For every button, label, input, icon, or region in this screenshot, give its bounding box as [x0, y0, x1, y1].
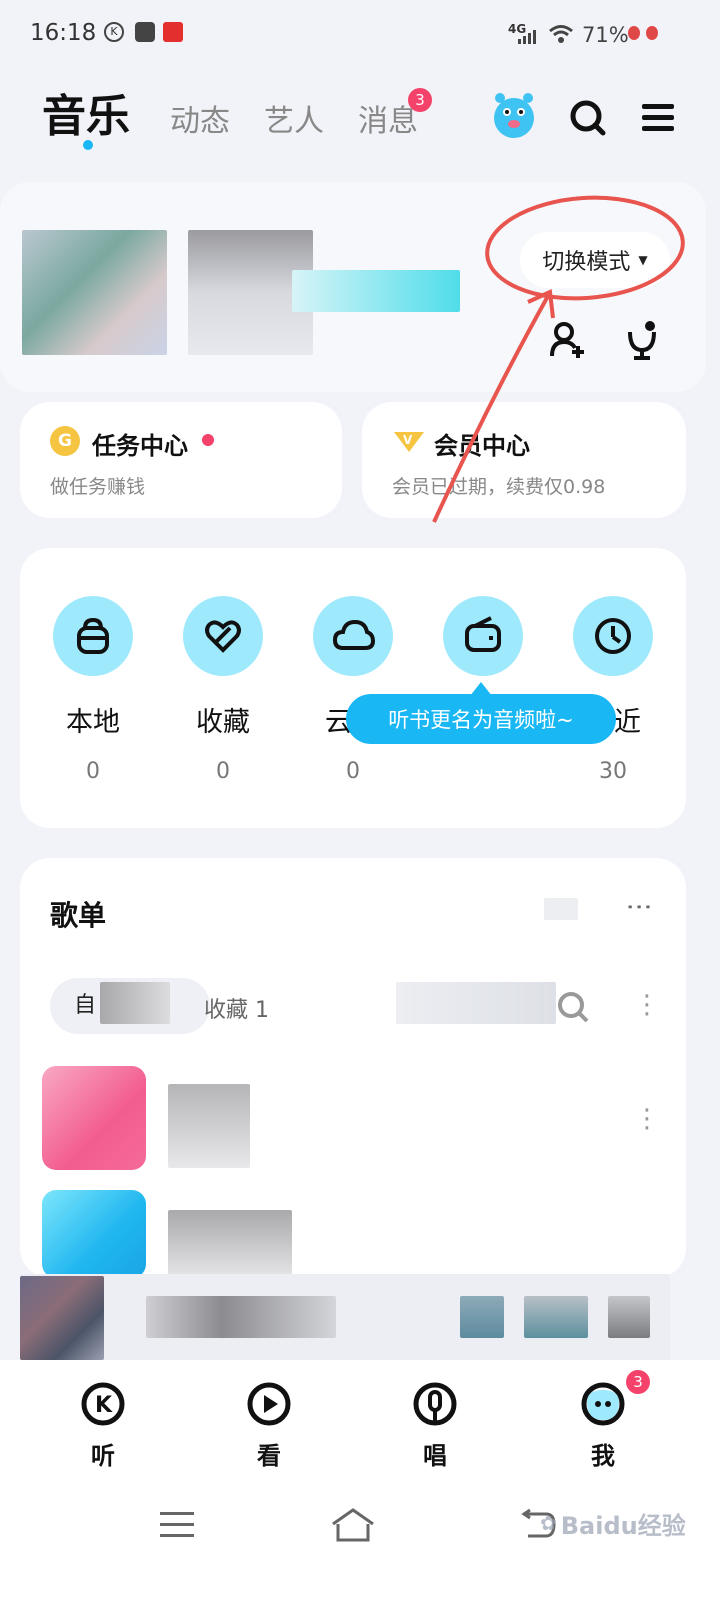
vip-center-card[interactable]: V 会员中心 会员已过期，续费仅0.98	[362, 402, 686, 518]
cloud-icon	[313, 596, 393, 676]
more-icon[interactable]: ⋮	[634, 990, 660, 1020]
blurred-control[interactable]	[460, 1296, 504, 1338]
recent-apps-icon[interactable]	[160, 1510, 194, 1540]
watch-icon	[247, 1382, 291, 1426]
battery-level: 71%	[582, 23, 629, 47]
tab-dynamic[interactable]: 动态	[170, 96, 230, 140]
red-dot-badge	[202, 434, 214, 446]
playlist-name-blurred[interactable]	[168, 1084, 250, 1168]
library-count: 0	[346, 759, 360, 784]
blurred-control[interactable]	[608, 1296, 650, 1338]
playlist-card: 歌单 ⋮ 自 收藏 1 ⋮ ⋮	[20, 858, 686, 1278]
switch-mode-label: 切换模式	[542, 250, 631, 275]
nav-label: 听	[91, 1442, 115, 1470]
blurred-control[interactable]	[524, 1296, 588, 1338]
playlist-cover[interactable]	[42, 1190, 146, 1278]
avatar[interactable]	[22, 230, 167, 355]
profile-card: 切换模式 ▼	[0, 182, 706, 392]
nav-sing[interactable]: 唱	[410, 1380, 460, 1471]
tab-music[interactable]: 音乐	[42, 80, 130, 144]
library-count: 0	[86, 759, 100, 784]
library-item-recent[interactable]: 近 30	[563, 596, 663, 784]
strawberry-icon	[628, 26, 640, 40]
nav-label: 唱	[423, 1442, 447, 1470]
me-icon	[581, 1382, 625, 1426]
more-icon[interactable]: ⋮	[624, 894, 654, 920]
add-friend-icon[interactable]	[548, 320, 588, 360]
library-label: 收藏	[196, 707, 250, 738]
vip-diamond-icon: V	[394, 432, 424, 452]
nav-me[interactable]: 我	[578, 1380, 628, 1471]
skin-brush-icon[interactable]	[620, 318, 664, 362]
search-icon[interactable]	[568, 98, 608, 138]
library-count: 30	[599, 759, 627, 784]
playlist-name-blurred[interactable]	[168, 1210, 292, 1276]
listen-icon: K	[81, 1382, 125, 1426]
active-tab-indicator	[83, 140, 93, 150]
library-count: 0	[216, 759, 230, 784]
status-time: 16:18	[30, 20, 97, 46]
signal-icon	[518, 30, 536, 44]
heart-icon	[183, 596, 263, 676]
blurred-control	[544, 898, 578, 920]
now-playing-cover[interactable]	[20, 1276, 104, 1360]
wifi-icon	[549, 25, 573, 43]
nav-listen[interactable]: K 听	[78, 1380, 128, 1471]
more-icon[interactable]: ⋮	[634, 1104, 660, 1134]
nav-label: 我	[591, 1442, 615, 1470]
radio-icon	[443, 596, 523, 676]
task-center-title: 任务中心	[92, 432, 188, 460]
tab-artist[interactable]: 艺人	[264, 96, 324, 140]
mascot-avatar-icon[interactable]	[490, 90, 538, 142]
bottom-nav: K 听 看 唱 我 3	[0, 1360, 720, 1480]
coin-icon: G	[50, 426, 80, 456]
system-nav-bar: ✿ Baidu经验	[0, 1480, 720, 1600]
nav-label: 看	[257, 1442, 281, 1470]
mini-player[interactable]	[20, 1274, 670, 1360]
top-nav: 音乐 动态 艺人 消息 3	[0, 78, 720, 158]
paw-logo-icon: ✿	[540, 1511, 557, 1535]
rename-tooltip[interactable]: 听书更名为音频啦~	[346, 694, 616, 744]
library-item-cloud[interactable]: 云 0	[303, 596, 403, 784]
sing-icon	[413, 1382, 457, 1426]
svg-text:K: K	[95, 1393, 113, 1418]
task-center-card[interactable]: G 任务中心 做任务赚钱	[20, 402, 342, 518]
task-center-subtitle: 做任务赚钱	[50, 476, 146, 498]
playlist-search-icon[interactable]	[556, 990, 590, 1024]
nav-watch[interactable]: 看	[244, 1380, 294, 1471]
filter-tab-collected[interactable]: 收藏 1	[204, 992, 269, 1024]
library-card: 本地 0 收藏 0 云 0 0 近 30	[20, 548, 686, 828]
library-item-favorites[interactable]: 收藏 0	[173, 596, 273, 784]
vip-center-subtitle: 会员已过期，续费仅0.98	[392, 476, 606, 498]
app-notification-icon	[163, 22, 183, 42]
now-playing-title-blurred	[146, 1296, 336, 1338]
playlist-cover[interactable]	[42, 1066, 146, 1170]
library-item-local[interactable]: 本地 0	[43, 596, 143, 784]
menu-icon[interactable]	[640, 102, 676, 134]
mail-icon	[135, 22, 155, 42]
strawberry-icon	[646, 26, 658, 40]
dropdown-caret-icon: ▼	[638, 253, 648, 267]
me-badge: 3	[626, 1370, 650, 1394]
vip-center-title: 会员中心	[434, 432, 530, 460]
k-app-icon: K	[104, 22, 124, 42]
home-icon[interactable]	[330, 1506, 376, 1544]
filter-tab-label: 自	[74, 993, 97, 1018]
playlist-title: 歌单	[50, 899, 107, 932]
clock-icon	[573, 596, 653, 676]
status-bar: 16:18 K 4G 71%	[0, 0, 720, 70]
svg-text:V: V	[403, 433, 413, 447]
vip-level-blurred	[292, 270, 460, 312]
blurred-text	[100, 982, 170, 1024]
blurred-text	[396, 982, 556, 1024]
library-label: 本地	[66, 707, 120, 738]
messages-badge: 3	[408, 88, 432, 112]
bag-icon	[53, 596, 133, 676]
watermark: ✿ Baidu经验	[540, 1511, 686, 1540]
switch-mode-button[interactable]: 切换模式 ▼	[520, 232, 670, 288]
